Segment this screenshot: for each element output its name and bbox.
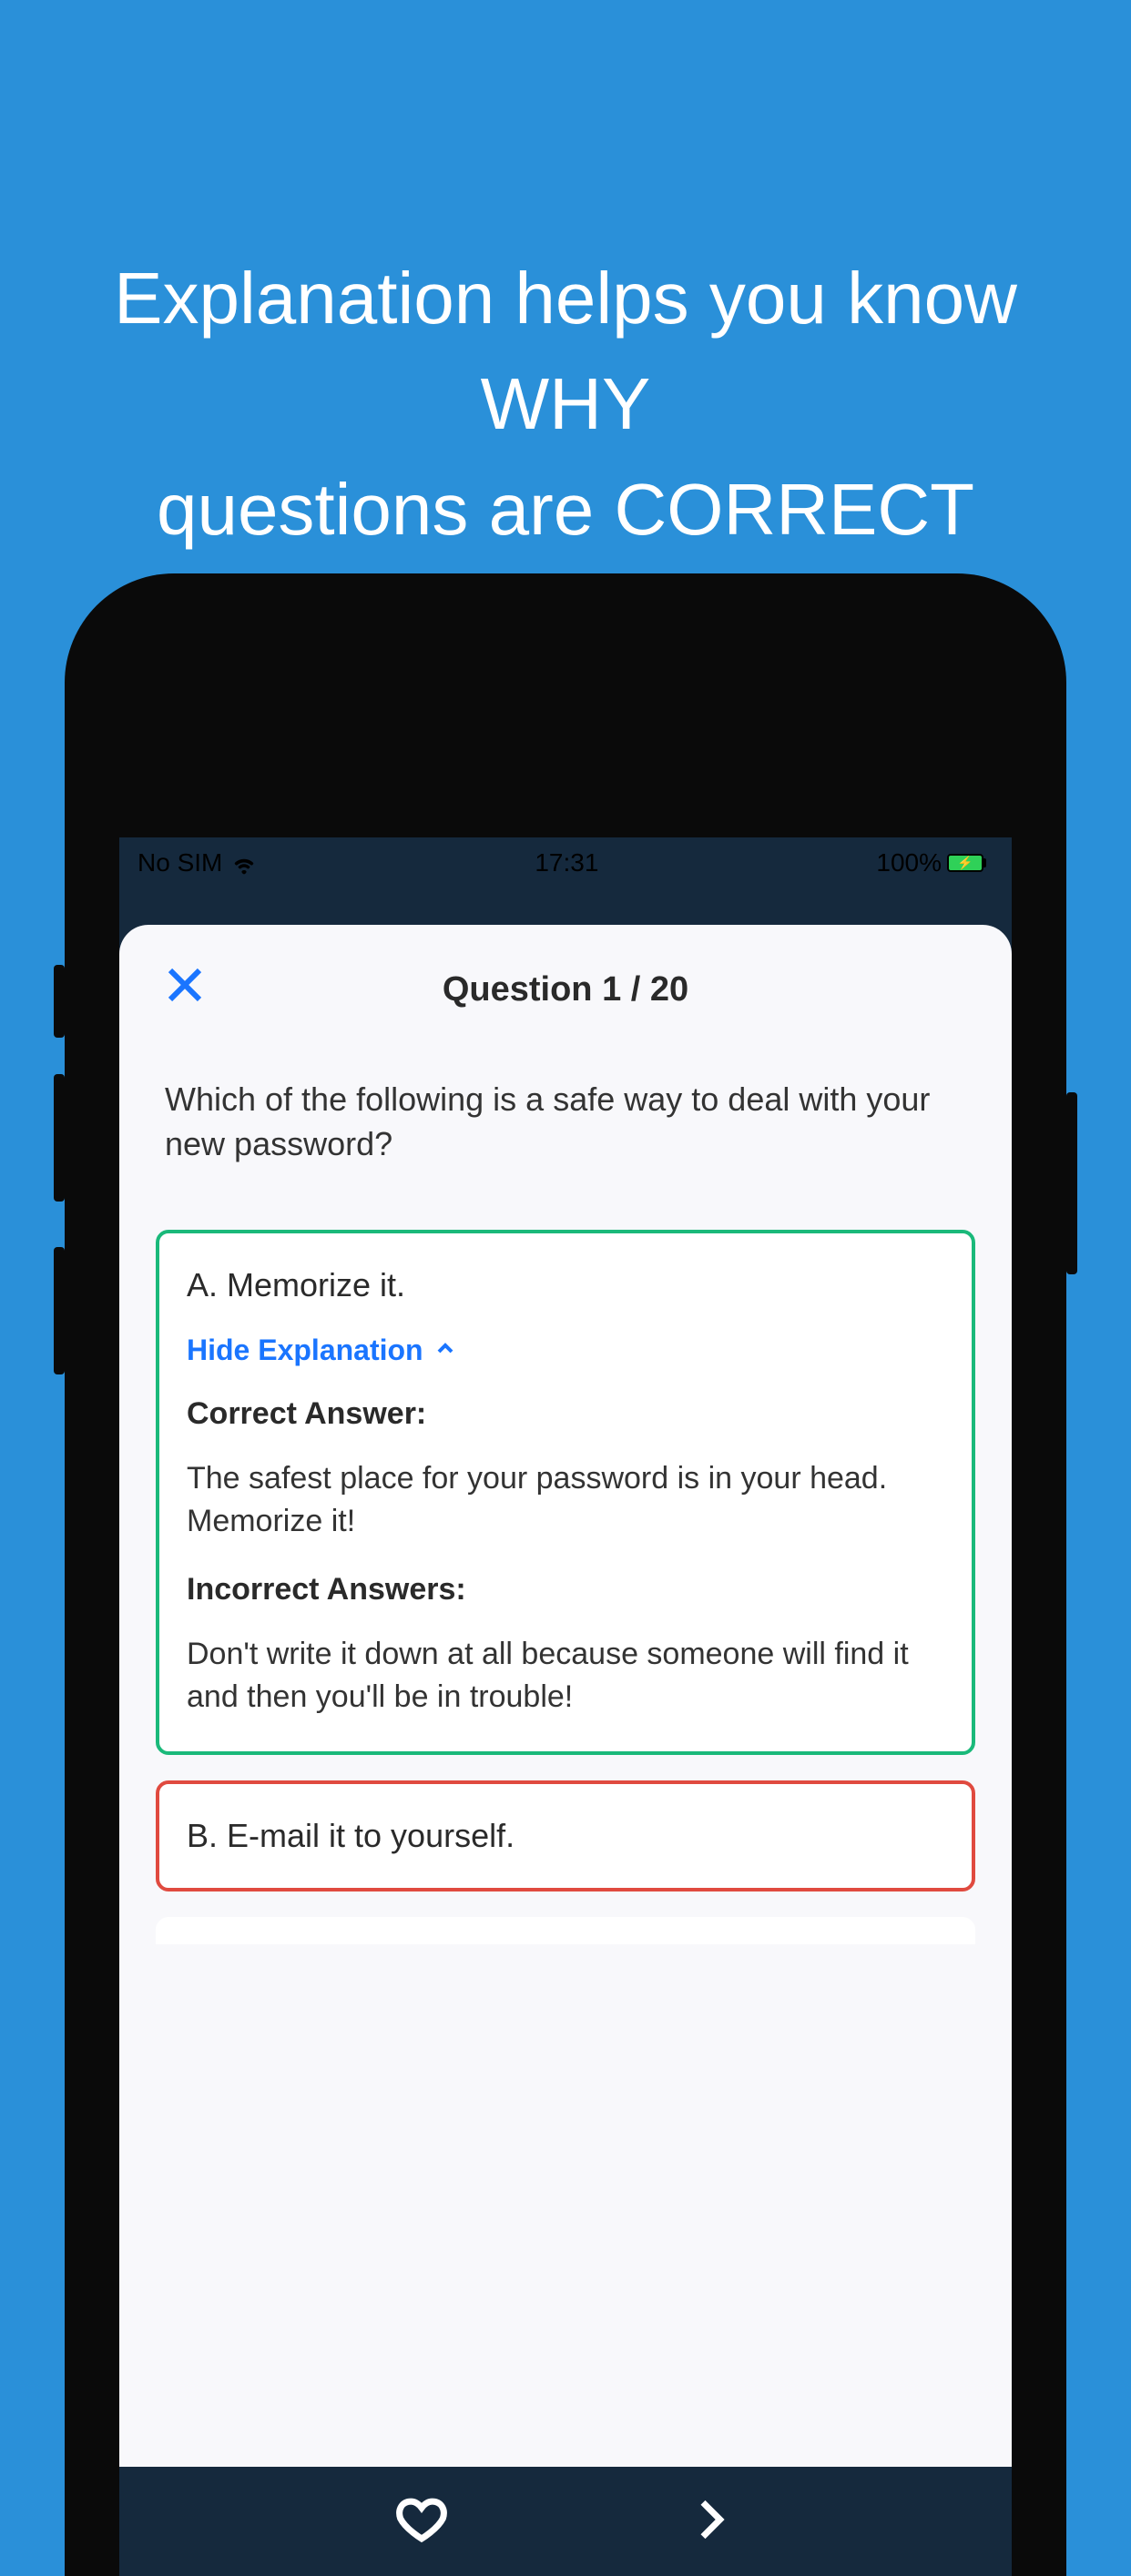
- carrier-text: No SIM: [138, 848, 222, 877]
- correct-answer-heading: Correct Answer:: [187, 1396, 944, 1432]
- status-bar: No SIM 17:31 100% ⚡: [119, 837, 1012, 888]
- correct-answer-text: The safest place for your password is in…: [187, 1457, 944, 1543]
- phone-side-button: [54, 965, 65, 1038]
- next-icon[interactable]: [684, 2494, 735, 2550]
- chevron-up-icon: [434, 1334, 456, 1367]
- phone-side-button: [54, 1247, 65, 1374]
- hide-explanation-label: Hide Explanation: [187, 1334, 423, 1367]
- answer-label: B. E-mail it to yourself.: [187, 1817, 944, 1855]
- promo-headline: Explanation helps you know WHY questions…: [0, 0, 1131, 563]
- phone-side-button: [1066, 1092, 1077, 1274]
- phone-screen: No SIM 17:31 100% ⚡ Question 1 / 20: [119, 837, 1012, 2576]
- question-text: Which of the following is a safe way to …: [119, 1037, 1012, 1193]
- status-time: 17:31: [535, 848, 598, 877]
- incorrect-answers-heading: Incorrect Answers:: [187, 1572, 944, 1607]
- heart-icon[interactable]: [396, 2494, 447, 2550]
- battery-percent: 100%: [876, 848, 942, 877]
- question-card: Question 1 / 20 Which of the following i…: [119, 925, 1012, 2467]
- hide-explanation-toggle[interactable]: Hide Explanation: [187, 1334, 944, 1367]
- close-icon[interactable]: [163, 963, 207, 1018]
- battery-icon: ⚡: [947, 854, 986, 872]
- bottom-toolbar: [119, 2467, 1012, 2576]
- wifi-icon: [231, 853, 257, 873]
- promo-line-1: Explanation helps you know WHY: [73, 246, 1058, 457]
- card-header: Question 1 / 20: [119, 925, 1012, 1037]
- answer-label: A. Memorize it.: [187, 1266, 944, 1304]
- answer-option-a[interactable]: A. Memorize it. Hide Explanation Correct…: [156, 1230, 975, 1755]
- status-left: No SIM: [138, 848, 257, 877]
- status-right: 100% ⚡: [876, 848, 986, 877]
- phone-frame: No SIM 17:31 100% ⚡ Question 1 / 20: [65, 573, 1066, 2576]
- phone-side-button: [54, 1074, 65, 1202]
- incorrect-answers-text: Don't write it down at all because someo…: [187, 1633, 944, 1719]
- answer-option-partial: [156, 1917, 975, 1944]
- answers-container: A. Memorize it. Hide Explanation Correct…: [119, 1193, 1012, 1944]
- promo-line-2: questions are CORRECT: [73, 457, 1058, 563]
- question-counter: Question 1 / 20: [163, 970, 968, 1009]
- answer-option-b[interactable]: B. E-mail it to yourself.: [156, 1780, 975, 1891]
